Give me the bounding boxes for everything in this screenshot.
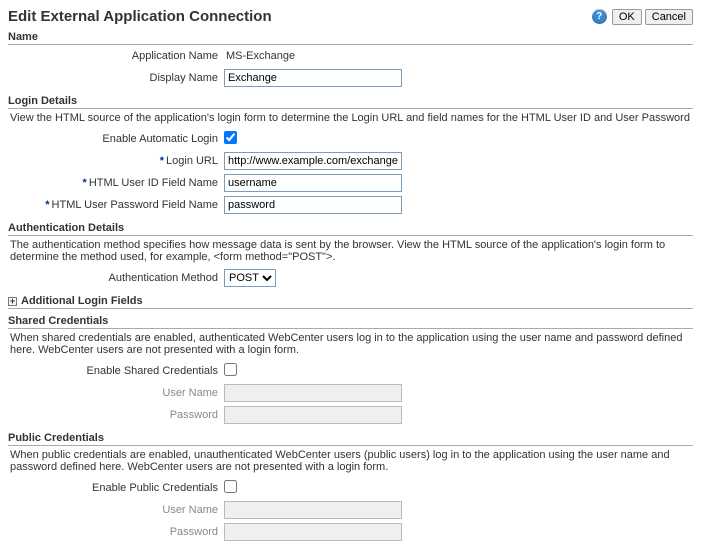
header-actions: ? OK Cancel [592,9,693,25]
userid-field-input[interactable] [224,174,402,192]
ok-button[interactable]: OK [612,9,642,25]
shared-pwd-input [224,406,402,424]
section-auth-desc: The authentication method specifies how … [8,236,693,267]
enable-public-checkbox[interactable] [224,480,237,493]
expand-icon: + [8,297,17,306]
login-url-input[interactable] [224,152,402,170]
section-shared-desc: When shared credentials are enabled, aut… [8,329,693,360]
public-user-input [224,501,402,519]
additional-login-fields-toggle[interactable]: + Additional Login Fields [8,295,693,309]
public-user-label: User Name [8,504,224,516]
cancel-button[interactable]: Cancel [645,9,693,25]
page-header: Edit External Application Connection ? O… [8,8,693,25]
section-login-desc: View the HTML source of the application'… [8,109,693,128]
section-public-desc: When public credentials are enabled, una… [8,446,693,477]
help-icon[interactable]: ? [592,9,607,24]
auth-method-label: Authentication Method [8,272,224,284]
section-login-header: Login Details [8,95,693,109]
section-public-header: Public Credentials [8,432,693,446]
app-name-value: MS-Exchange [224,50,295,62]
enable-shared-checkbox[interactable] [224,363,237,376]
login-url-label: *Login URL [8,155,224,167]
display-name-label: Display Name [8,72,224,84]
enable-shared-label: Enable Shared Credentials [8,365,224,377]
pwd-field-label: *HTML User Password Field Name [8,199,224,211]
display-name-input[interactable] [224,69,402,87]
enable-auto-login-checkbox[interactable] [224,131,237,144]
public-pwd-label: Password [8,526,224,538]
public-pwd-input [224,523,402,541]
page-title: Edit External Application Connection [8,8,272,25]
pwd-field-input[interactable] [224,196,402,214]
section-shared-header: Shared Credentials [8,315,693,329]
additional-login-fields-label: Additional Login Fields [21,295,143,307]
shared-pwd-label: Password [8,409,224,421]
enable-auto-login-label: Enable Automatic Login [8,133,224,145]
shared-user-input [224,384,402,402]
app-name-label: Application Name [8,50,224,62]
userid-field-label: *HTML User ID Field Name [8,177,224,189]
auth-method-select[interactable]: POST [224,269,276,287]
section-auth-header: Authentication Details [8,222,693,236]
shared-user-label: User Name [8,387,224,399]
enable-public-label: Enable Public Credentials [8,482,224,494]
section-name-header: Name [8,31,693,45]
